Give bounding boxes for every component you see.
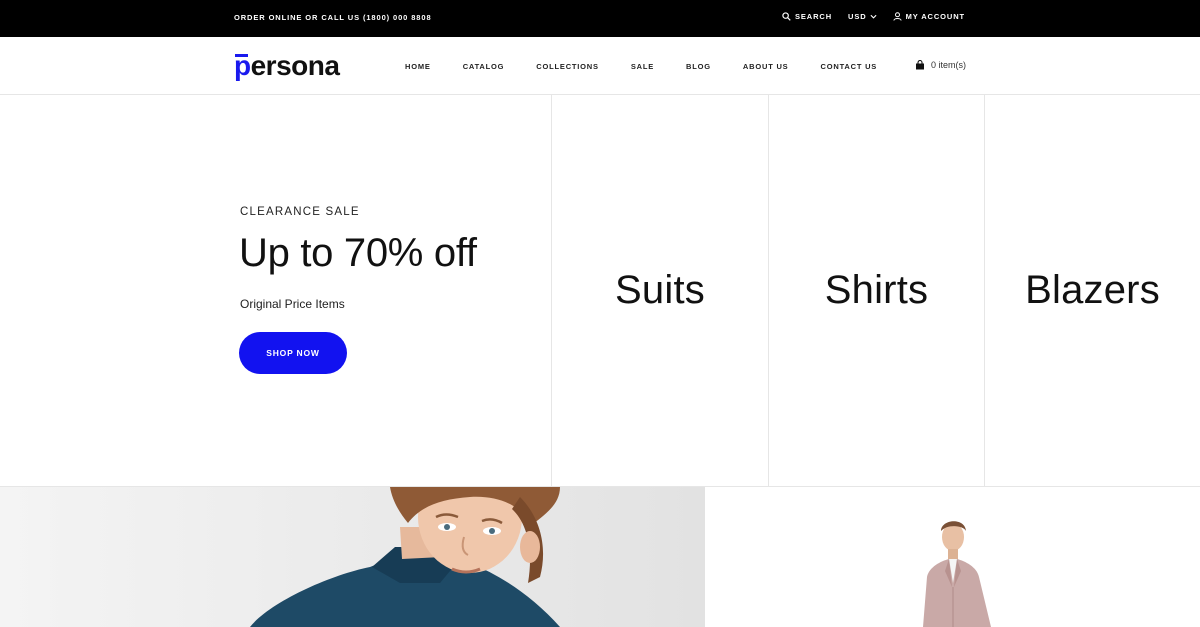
logo[interactable]: persona xyxy=(234,49,340,83)
sale-eyebrow: CLEARANCE SALE xyxy=(240,206,360,218)
sale-subtext: Original Price Items xyxy=(240,297,345,311)
main-nav: HOME CATALOG COLLECTIONS SALE BLOG ABOUT… xyxy=(405,62,909,71)
banner-model-blazer[interactable] xyxy=(705,487,1200,627)
chevron-down-icon xyxy=(870,14,877,19)
category-tile-shirts[interactable]: Shirts xyxy=(768,95,984,486)
category-label: Suits xyxy=(615,268,705,312)
shopping-bag-icon xyxy=(916,60,924,70)
hero-section: CLEARANCE SALE Up to 70% off Original Pr… xyxy=(0,95,1200,487)
search-link[interactable]: SEARCH xyxy=(782,12,832,21)
banner-model-sweater[interactable] xyxy=(0,487,705,627)
order-phone-text: ORDER ONLINE OR CALL US (1800) 000 8808 xyxy=(234,13,432,22)
cart-link[interactable]: 0 item(s) xyxy=(915,60,966,70)
top-bar-actions: SEARCH USD MY ACCOUNT xyxy=(766,12,965,21)
nav-sale[interactable]: SALE xyxy=(631,62,654,71)
top-bar: ORDER ONLINE OR CALL US (1800) 000 8808 … xyxy=(0,0,1200,37)
logo-text: ersona xyxy=(250,50,340,81)
category-label: Shirts xyxy=(824,268,929,312)
currency-label: USD xyxy=(848,12,867,21)
user-icon xyxy=(892,12,902,21)
search-label: SEARCH xyxy=(794,12,833,21)
sale-headline: Up to 70% off xyxy=(239,231,477,275)
nav-collections[interactable]: COLLECTIONS xyxy=(536,62,599,71)
sale-promo: CLEARANCE SALE Up to 70% off Original Pr… xyxy=(0,95,551,486)
nav-home[interactable]: HOME xyxy=(405,62,431,71)
search-icon xyxy=(782,12,791,21)
category-tile-suits[interactable]: Suits xyxy=(551,95,768,486)
main-header: persona HOME CATALOG COLLECTIONS SALE BL… xyxy=(0,37,1200,95)
shop-now-button[interactable]: SHOP NOW xyxy=(239,332,347,374)
currency-selector[interactable]: USD xyxy=(848,12,877,21)
cart-count: 0 item(s) xyxy=(931,60,967,70)
model-blazer-photo xyxy=(705,487,1200,627)
nav-about-us[interactable]: ABOUT US xyxy=(743,62,789,71)
model-sweater-photo xyxy=(0,487,705,627)
category-tile-blazers[interactable]: Blazers xyxy=(984,95,1200,486)
nav-contact-us[interactable]: CONTACT US xyxy=(821,62,878,71)
logo-letter: p xyxy=(234,50,251,81)
my-account-link[interactable]: MY ACCOUNT xyxy=(892,12,965,21)
nav-blog[interactable]: BLOG xyxy=(686,62,711,71)
nav-catalog[interactable]: CATALOG xyxy=(463,62,505,71)
category-label: Blazers xyxy=(1025,268,1160,312)
account-label: MY ACCOUNT xyxy=(905,12,965,21)
